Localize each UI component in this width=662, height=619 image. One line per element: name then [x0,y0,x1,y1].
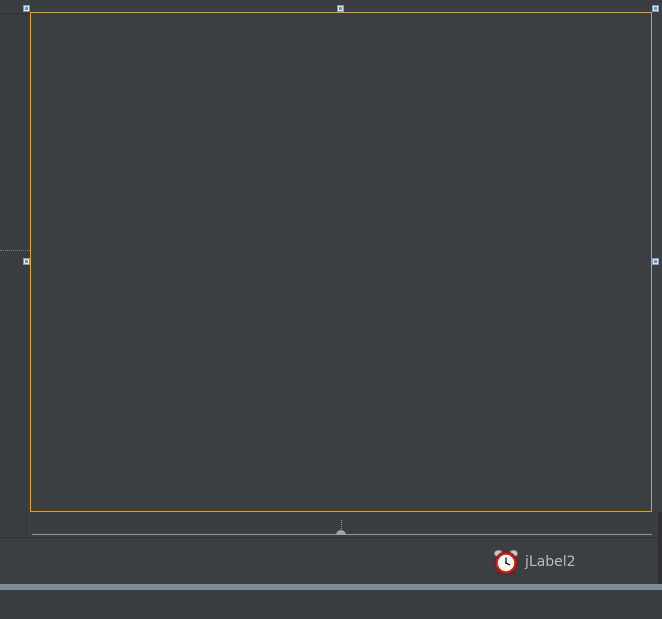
tray-right-edge [658,512,662,584]
selected-design-panel[interactable] [30,12,652,512]
tray-component-label: jLabel2 [525,554,576,570]
resize-handle-top-right[interactable] [652,5,659,12]
resize-handle-top-left[interactable] [23,5,30,12]
resize-handle-top-center[interactable] [337,5,344,12]
bottom-guide-corner [0,512,27,536]
left-alignment-guide [0,250,30,251]
resize-handle-middle-left[interactable] [23,258,30,265]
status-bar [0,590,662,619]
form-designer-canvas[interactable]: jLabel2 [0,0,662,619]
bottom-anchor-marker[interactable] [336,530,346,535]
bottom-guide-strip [0,512,662,536]
tray-component-jlabel2[interactable]: jLabel2 [492,548,576,576]
alarm-clock-icon [492,548,520,576]
resize-handle-middle-right[interactable] [652,258,659,265]
